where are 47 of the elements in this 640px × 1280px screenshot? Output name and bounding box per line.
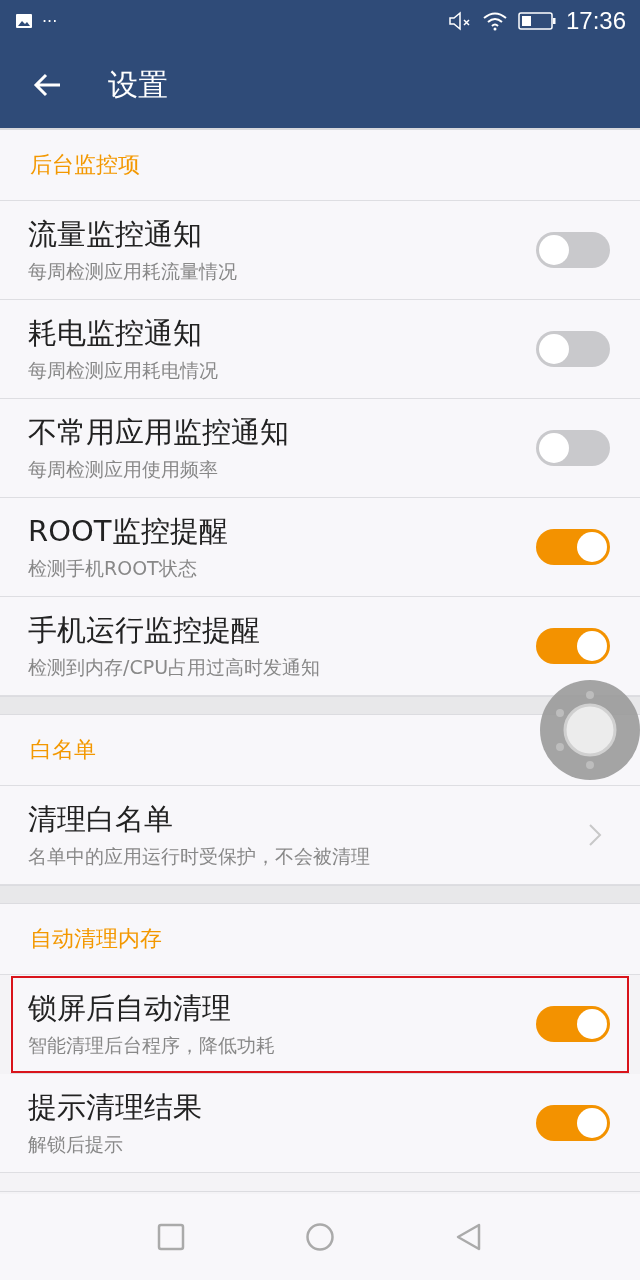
setting-title: 手机运行监控提醒 <box>28 612 260 649</box>
setting-row[interactable]: 耗电监控通知 每周检测应用耗电情况 <box>0 300 640 399</box>
setting-row[interactable]: 清理白名单 名单中的应用运行时受保护，不会被清理 <box>0 786 640 885</box>
setting-description: 每周检测应用耗流量情况 <box>28 259 237 284</box>
setting-title: 锁屏后自动清理 <box>28 990 231 1027</box>
setting-row[interactable]: 流量监控通知 每周检测应用耗流量情况 <box>0 201 640 300</box>
back-nav-button[interactable] <box>455 1222 483 1252</box>
clock-time: 17:36 <box>565 7 626 35</box>
setting-title: 流量监控通知 <box>28 216 202 253</box>
setting-description: 每周检测应用耗电情况 <box>28 358 218 383</box>
toggle-switch[interactable] <box>536 1006 610 1042</box>
toggle-switch[interactable] <box>536 331 610 367</box>
setting-description: 解锁后提示 <box>28 1132 123 1157</box>
section-header: 白名单 <box>30 736 96 764</box>
toggle-switch[interactable] <box>536 628 610 664</box>
floating-assistive-button[interactable] <box>540 680 640 780</box>
setting-title: 清理白名单 <box>28 801 173 838</box>
home-button[interactable] <box>305 1222 335 1252</box>
back-button[interactable] <box>32 72 62 98</box>
section-header: 后台监控项 <box>30 151 140 179</box>
setting-row[interactable]: 手机运行监控提醒 检测到内存/CPU占用过高时发通知 <box>0 597 640 696</box>
setting-description: 检测手机ROOT状态 <box>28 556 197 581</box>
setting-row[interactable]: 不常用应用监控通知 每周检测应用使用频率 <box>0 399 640 498</box>
page-title: 设置 <box>108 65 168 104</box>
highlighted-setting-row[interactable]: 锁屏后自动清理 智能清理后台程序，降低功耗 <box>10 975 630 1074</box>
chevron-right-icon <box>588 823 602 847</box>
setting-title: ROOT监控提醒 <box>28 513 228 550</box>
setting-title: 不常用应用监控通知 <box>28 414 289 451</box>
setting-title: 耗电监控通知 <box>28 315 202 352</box>
setting-description: 每周检测应用使用频率 <box>28 457 218 482</box>
setting-title: 提示清理结果 <box>28 1089 202 1126</box>
setting-description: 名单中的应用运行时受保护，不会被清理 <box>28 844 370 869</box>
toggle-switch[interactable] <box>536 430 610 466</box>
recents-button[interactable] <box>157 1223 185 1251</box>
image-icon <box>16 14 32 28</box>
wifi-icon <box>481 11 508 31</box>
setting-row[interactable]: ROOT监控提醒 检测手机ROOT状态 <box>0 498 640 597</box>
toggle-switch[interactable] <box>536 529 610 565</box>
setting-row[interactable]: 提示清理结果 解锁后提示 <box>0 1074 640 1173</box>
section-header: 自动清理内存 <box>30 925 162 953</box>
setting-description: 检测到内存/CPU占用过高时发通知 <box>28 655 321 680</box>
toggle-switch[interactable] <box>536 232 610 268</box>
mute-icon <box>447 11 472 31</box>
battery-icon <box>517 12 556 30</box>
toggle-switch[interactable] <box>536 1105 610 1141</box>
notification-more: ··· <box>42 11 58 31</box>
setting-description: 智能清理后台程序，降低功耗 <box>28 1033 275 1058</box>
